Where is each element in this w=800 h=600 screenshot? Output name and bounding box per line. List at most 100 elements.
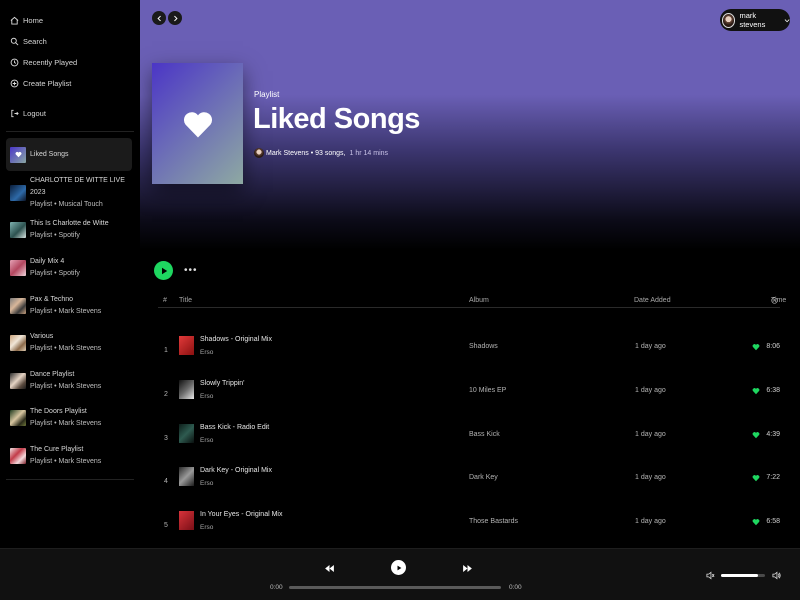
forward-button[interactable] bbox=[168, 11, 182, 25]
track-artist[interactable]: Erso bbox=[200, 480, 213, 487]
liked-heart-icon[interactable] bbox=[752, 474, 760, 482]
more-options-button[interactable]: ••• bbox=[184, 265, 198, 276]
playlist-item[interactable]: Dance Playlist Playlist • Mark Stevens bbox=[0, 362, 140, 400]
track-title[interactable]: Slowly Trippin' bbox=[200, 380, 245, 387]
column-header-album: Album bbox=[469, 297, 489, 304]
nav-create-playlist[interactable]: Create Playlist bbox=[0, 73, 140, 94]
liked-heart-icon[interactable] bbox=[752, 518, 760, 526]
playlist-item[interactable]: Various Playlist • Mark Stevens bbox=[0, 324, 140, 362]
track-album[interactable]: Shadows bbox=[469, 343, 498, 350]
track-duration: 7:22 bbox=[766, 474, 780, 481]
user-menu-button[interactable]: mark stevens bbox=[720, 9, 790, 31]
volume-slider[interactable] bbox=[721, 574, 765, 577]
playlist-title: Dance Playlist bbox=[30, 370, 75, 378]
track-date-added: 1 day ago bbox=[635, 387, 666, 394]
track-date-added: 1 day ago bbox=[635, 518, 666, 525]
nav-home[interactable]: Home bbox=[0, 10, 140, 31]
playlist-item[interactable]: The Cure Playlist Playlist • Mark Stevens bbox=[0, 437, 140, 475]
mute-button[interactable] bbox=[705, 570, 715, 580]
play-icon bbox=[161, 267, 167, 274]
page-title: Liked Songs bbox=[253, 103, 420, 135]
track-artwork bbox=[179, 336, 194, 355]
track-date-added: 1 day ago bbox=[635, 343, 666, 350]
track-date-added: 1 day ago bbox=[635, 474, 666, 481]
playlist-item[interactable]: The Doors Playlist Playlist • Mark Steven… bbox=[0, 400, 140, 438]
track-album[interactable]: 10 Miles EP bbox=[469, 387, 506, 394]
next-button[interactable] bbox=[462, 563, 473, 574]
play-button[interactable] bbox=[154, 261, 173, 280]
playlist-title: The Cure Playlist bbox=[30, 445, 84, 453]
track-number: 2 bbox=[164, 391, 168, 398]
back-button[interactable] bbox=[152, 11, 166, 25]
playlist-subtitle: Playlist • Mark Stevens bbox=[30, 307, 102, 315]
track-artist[interactable]: Erso bbox=[200, 393, 213, 400]
playlist-duration: 1 hr 14 mins bbox=[349, 149, 389, 157]
track-album[interactable]: Bass Kick bbox=[469, 431, 500, 438]
liked-heart-icon[interactable] bbox=[752, 343, 760, 351]
sidebar-divider bbox=[6, 131, 134, 132]
track-duration: 4:39 bbox=[766, 431, 780, 438]
track-duration: 6:58 bbox=[766, 518, 780, 525]
track-artwork bbox=[179, 380, 194, 399]
nav-logout[interactable]: Logout bbox=[0, 103, 140, 124]
current-time: 0:00 bbox=[270, 584, 283, 591]
main-content[interactable]: mark stevens Playlist Liked Songs Mark S… bbox=[140, 0, 800, 548]
column-header-time: Time bbox=[771, 297, 786, 304]
liked-heart-icon[interactable] bbox=[752, 387, 760, 395]
volume-icon bbox=[705, 571, 714, 579]
column-header-time-label: Time bbox=[771, 297, 787, 304]
playlist-item[interactable]: CHARLOTTE DE WITTE LIVE 2023 Playlist • M… bbox=[0, 174, 140, 212]
volume-max-button[interactable] bbox=[771, 570, 781, 580]
column-header-date-added: Date Added bbox=[634, 297, 671, 304]
playlist-subtitle: Playlist • Spotify bbox=[30, 269, 80, 277]
playlist-item[interactable]: This Is Charlotte de Witte Playlist • Spo… bbox=[0, 212, 140, 250]
track-title[interactable]: Dark Key - Original Mix bbox=[200, 467, 272, 474]
table-header: # Title Album Date Added Time bbox=[158, 297, 786, 308]
progress-bar[interactable] bbox=[289, 586, 501, 589]
nav-search[interactable]: Search bbox=[0, 31, 140, 52]
liked-songs-thumbnail bbox=[10, 146, 26, 163]
table-row[interactable]: 4 Dark Key - Original Mix Erso Dark Key … bbox=[158, 467, 780, 497]
column-header-title: Title bbox=[179, 297, 192, 304]
sidebar-nav: Home Search Recently Played Create Playl… bbox=[0, 0, 140, 124]
liked-heart-icon[interactable] bbox=[752, 431, 760, 439]
track-number: 1 bbox=[164, 347, 168, 354]
track-duration: 8:06 bbox=[766, 343, 780, 350]
skip-forward-icon bbox=[463, 565, 472, 572]
track-title[interactable]: Bass Kick - Radio Edit bbox=[200, 424, 269, 431]
track-artist[interactable]: Erso bbox=[200, 349, 213, 356]
track-date-added: 1 day ago bbox=[635, 431, 666, 438]
playlist-subtitle: Playlist • Mark Stevens bbox=[30, 420, 102, 428]
action-bar: ••• bbox=[154, 261, 198, 280]
playlist-item[interactable]: Pax & Techno Playlist • Mark Stevens bbox=[0, 287, 140, 325]
chevron-left-icon bbox=[156, 15, 161, 21]
track-album[interactable]: Those Bastards bbox=[469, 518, 518, 525]
heart-icon bbox=[183, 111, 212, 137]
sidebar-bottom-divider bbox=[6, 478, 134, 480]
nav-recently-played[interactable]: Recently Played bbox=[0, 52, 140, 73]
playlist-owner-songs: Mark Stevens • 93 songs, bbox=[266, 149, 346, 157]
track-title[interactable]: Shadows - Original Mix bbox=[200, 336, 272, 343]
playlist-thumbnail bbox=[10, 222, 26, 239]
heart-icon bbox=[15, 151, 21, 158]
track-title[interactable]: In Your Eyes - Original Mix bbox=[200, 511, 282, 518]
table-row[interactable]: 2 Slowly Trippin' Erso 10 Miles EP 1 day… bbox=[158, 380, 780, 410]
previous-button[interactable] bbox=[324, 563, 335, 574]
player-bar: 0:00 0:00 bbox=[0, 548, 800, 600]
nav-logout-label: Logout bbox=[23, 109, 46, 118]
track-album[interactable]: Dark Key bbox=[469, 474, 498, 481]
home-icon bbox=[10, 16, 19, 25]
playlist-item-liked-songs[interactable]: Liked Songs bbox=[6, 138, 132, 171]
playlist-type: Playlist bbox=[254, 90, 280, 99]
owner-avatar bbox=[254, 148, 264, 158]
track-artist[interactable]: Erso bbox=[200, 437, 213, 444]
play-pause-button[interactable] bbox=[391, 560, 406, 575]
table-row[interactable]: 1 Shadows - Original Mix Erso Shadows 1 … bbox=[158, 336, 780, 366]
table-row[interactable]: 5 In Your Eyes - Original Mix Erso Those… bbox=[158, 511, 780, 541]
playlist-item[interactable]: Daily Mix 4 Playlist • Spotify bbox=[0, 249, 140, 287]
playlist-title: Various bbox=[30, 333, 54, 341]
avatar bbox=[722, 12, 736, 28]
table-row[interactable]: 3 Bass Kick - Radio Edit Erso Bass Kick … bbox=[158, 424, 780, 454]
playlist-title: Pax & Techno bbox=[30, 295, 74, 303]
track-artist[interactable]: Erso bbox=[200, 524, 213, 531]
